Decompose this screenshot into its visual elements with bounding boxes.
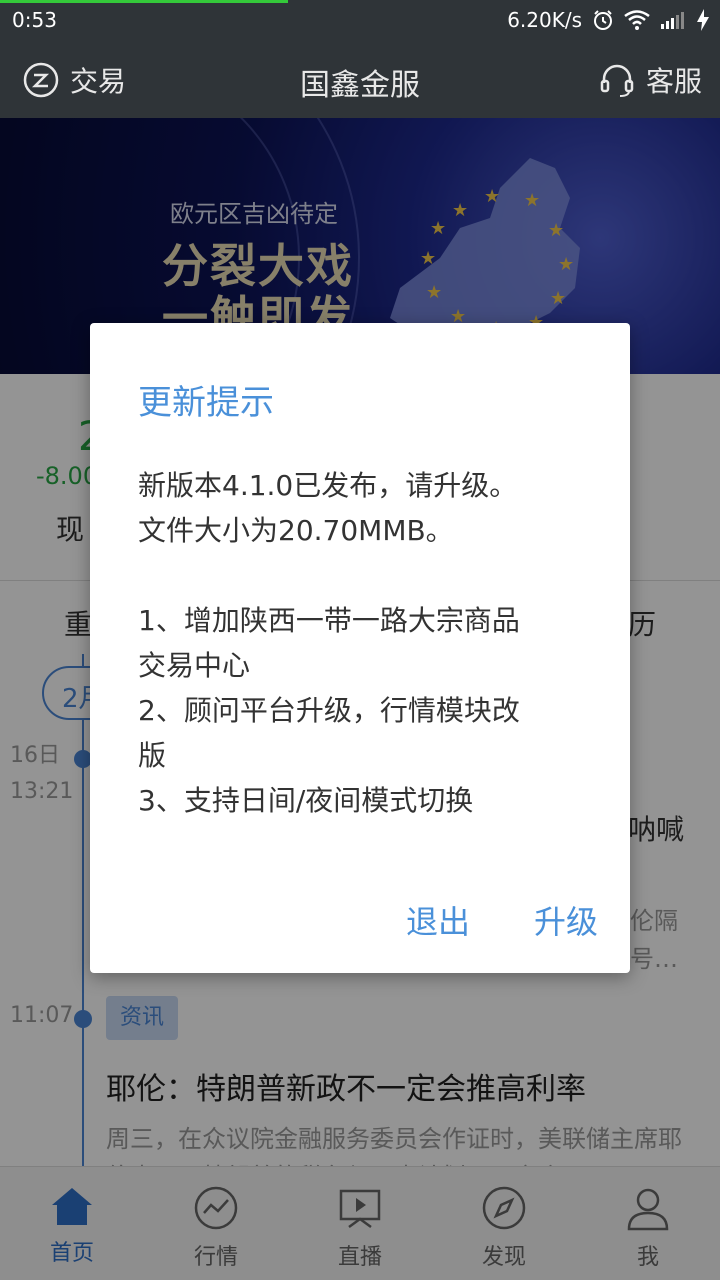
- alarm-icon: [594, 10, 612, 30]
- app-header: 交易 国鑫金服 客服: [0, 40, 720, 118]
- headset-icon: [600, 64, 634, 97]
- status-bar: 0:53 6.20K/s: [0, 0, 720, 40]
- status-time: 0:53: [12, 8, 57, 32]
- file-size-line: 文件大小为20.70MMB。: [138, 514, 454, 547]
- upgrade-button[interactable]: 升级: [534, 897, 598, 943]
- changelog-item-2: 2、顾问平台升级，行情模块改: [138, 694, 520, 727]
- charging-icon: [697, 9, 709, 31]
- customer-service-button[interactable]: 客服: [598, 60, 702, 100]
- update-dialog: 更新提示 新版本4.1.0已发布，请升级。 文件大小为20.70MMB。 1、增…: [90, 323, 630, 973]
- version-line: 新版本4.1.0已发布，请升级。: [138, 469, 518, 502]
- status-indicators: 6.20K/s: [507, 8, 710, 32]
- network-speed: 6.20K/s: [507, 8, 582, 32]
- customer-service-label: 客服: [645, 65, 702, 98]
- dialog-title: 更新提示: [138, 383, 274, 423]
- changelog-item-1: 1、增加陕西一带一路大宗商品: [138, 604, 520, 637]
- loading-progress: [0, 0, 288, 3]
- changelog-item-1-cont: 交易中心: [138, 649, 251, 682]
- wifi-icon: [624, 10, 650, 30]
- exit-button[interactable]: 退出: [406, 897, 470, 943]
- changelog-item-2-cont: 版: [138, 739, 167, 772]
- changelog-item-3: 3、支持日间/夜间模式切换: [138, 784, 474, 817]
- signal-icon: [661, 12, 684, 29]
- dialog-body: 新版本4.1.0已发布，请升级。 文件大小为20.70MMB。 1、增加陕西一带…: [138, 463, 598, 823]
